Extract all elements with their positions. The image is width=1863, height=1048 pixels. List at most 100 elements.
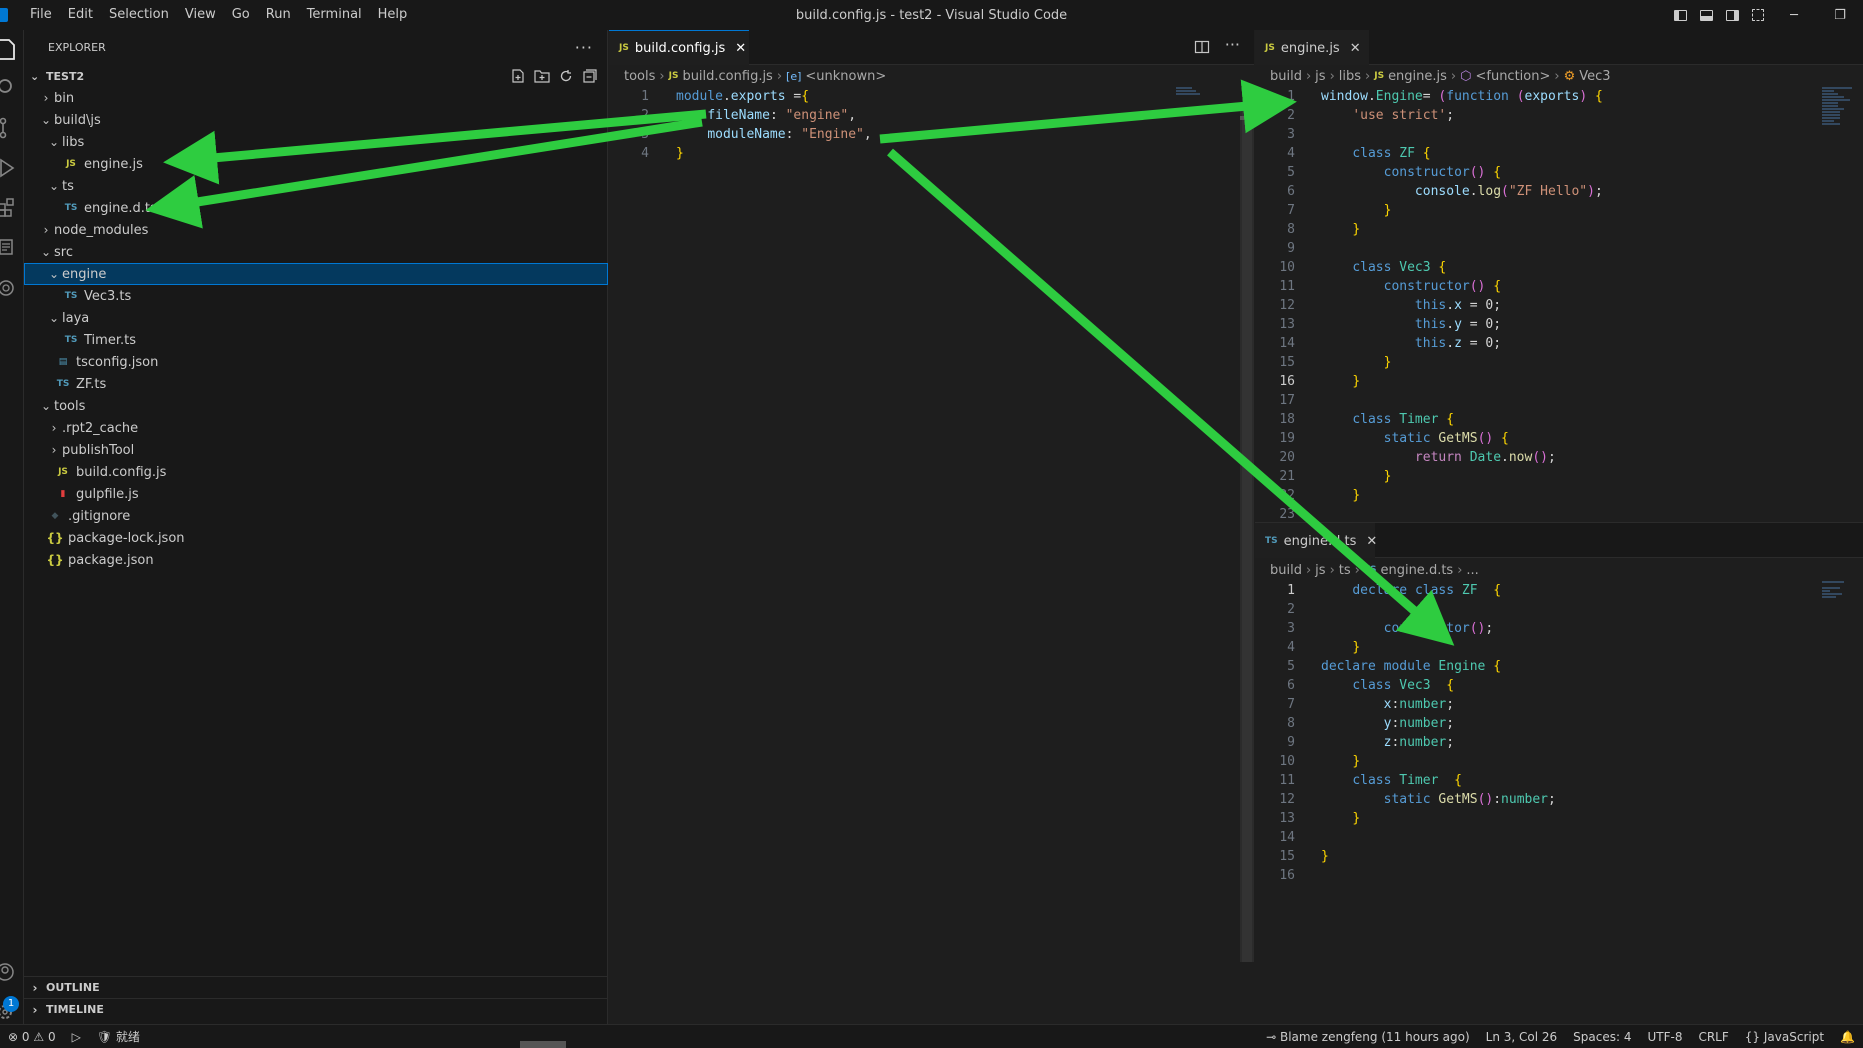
breadcrumb-item[interactable]: build — [1270, 563, 1302, 578]
menu-go[interactable]: Go — [224, 0, 258, 30]
code-line[interactable]: console.log("ZF Hello"); — [1321, 182, 1603, 201]
code-line[interactable]: moduleName: "Engine", — [676, 125, 871, 144]
toggle-panel-icon[interactable] — [1693, 0, 1719, 30]
tree-file[interactable]: JS engine.js — [24, 153, 608, 175]
tree-folder[interactable]: › bin — [24, 87, 608, 109]
menu-help[interactable]: Help — [370, 0, 416, 30]
tree-file[interactable]: {} package.json — [24, 549, 608, 571]
tree-file[interactable]: JS build.config.js — [24, 461, 608, 483]
breadcrumb-item[interactable]: <unknown> — [805, 69, 886, 84]
accounts-icon[interactable] — [0, 952, 24, 992]
code-line[interactable]: class Timer { — [1321, 771, 1462, 790]
refresh-icon[interactable] — [556, 68, 576, 84]
extensions-icon[interactable] — [0, 188, 24, 228]
tree-file[interactable]: TS engine.d.ts — [24, 197, 608, 219]
horizontal-scrollbar-thumb[interactable] — [520, 1041, 566, 1048]
breadcrumb-item[interactable]: libs — [1339, 69, 1361, 84]
code-line[interactable]: class Vec3 { — [1321, 258, 1446, 277]
close-icon[interactable]: ✕ — [1366, 534, 1377, 549]
code-line[interactable]: fileName: "engine", — [676, 106, 856, 125]
split-editor-icon[interactable] — [1194, 39, 1210, 59]
source-control-icon[interactable] — [0, 108, 24, 148]
encoding[interactable]: UTF-8 — [1639, 1030, 1690, 1044]
cursor-position[interactable]: Ln 3, Col 26 — [1478, 1030, 1566, 1044]
ready-status[interactable]: 🛡 就绪 — [89, 1028, 148, 1045]
tree-folder[interactable]: ⌄ src — [24, 241, 608, 263]
code-line[interactable]: } — [1321, 847, 1329, 866]
problems-indicator[interactable]: ⊗ 0 ⚠ 0 — [0, 1030, 64, 1044]
more-actions-icon[interactable]: ··· — [575, 38, 593, 57]
code-line[interactable]: declare module Engine { — [1321, 657, 1501, 676]
code-line[interactable]: class Vec3 { — [1321, 676, 1454, 695]
vertical-scrollbar[interactable] — [1240, 110, 1254, 962]
collapse-all-icon[interactable] — [580, 68, 600, 84]
language-mode[interactable]: {} JavaScript — [1737, 1030, 1832, 1044]
menu-run[interactable]: Run — [258, 0, 299, 30]
code-line[interactable]: } — [1321, 220, 1360, 239]
minimize-button[interactable]: ─ — [1771, 0, 1817, 30]
menu-file[interactable]: File — [22, 0, 60, 30]
menu-selection[interactable]: Selection — [101, 0, 177, 30]
tab-engine-d-ts[interactable]: TS engine.d.ts ✕ — [1255, 523, 1377, 558]
timeline-section[interactable]: › TIMELINE — [24, 998, 608, 1020]
indentation[interactable]: Spaces: 4 — [1565, 1030, 1639, 1044]
breadcrumb-item[interactable]: <function> — [1475, 69, 1550, 84]
customize-layout-icon[interactable] — [1745, 0, 1771, 30]
menu-terminal[interactable]: Terminal — [299, 0, 370, 30]
breadcrumb-item[interactable]: js — [1315, 69, 1325, 84]
code-line[interactable]: } — [1321, 752, 1360, 771]
remote-explorer-icon[interactable] — [0, 228, 24, 268]
code-line[interactable]: static GetMS():number; — [1321, 790, 1556, 809]
editor-more-actions-icon[interactable]: ··· — [1225, 35, 1240, 54]
code-line[interactable]: constructor() { — [1321, 277, 1501, 296]
tree-file[interactable]: ▤ tsconfig.json — [24, 351, 608, 373]
chatgpt-icon[interactable] — [0, 268, 24, 308]
tree-folder[interactable]: ⌄ build\js — [24, 109, 608, 131]
close-icon[interactable]: ✕ — [735, 41, 746, 56]
new-folder-icon[interactable] — [532, 68, 552, 84]
tree-folder[interactable]: › publishTool — [24, 439, 608, 461]
breadcrumb-item[interactable]: engine.d.ts — [1380, 563, 1453, 578]
tree-folder[interactable]: › .rpt2_cache — [24, 417, 608, 439]
tree-folder[interactable]: ⌄ engine — [24, 263, 608, 285]
code-line[interactable]: 'use strict'; — [1321, 106, 1454, 125]
tree-file[interactable]: ◆ .gitignore — [24, 505, 608, 527]
workspace-root[interactable]: ⌄ TEST2 — [24, 65, 608, 87]
code-editor-engine-d-ts[interactable]: 1 2 3 4 5 6 7 8 9 10 11 12 13 14 15 16 declare class ZF… — [1255, 581, 1863, 1021]
tab-build-config-js[interactable]: JS build.config.js ✕ — [609, 30, 749, 65]
breadcrumb-item[interactable]: Vec3 — [1579, 69, 1610, 84]
tree-file[interactable]: TS ZF.ts — [24, 373, 608, 395]
tree-file[interactable]: {} package-lock.json — [24, 527, 608, 549]
code-editor-build-config[interactable]: 1 2 3 4 module.exports ={ fileName: "engine"… — [609, 87, 1254, 1022]
code-line[interactable]: this.y = 0; — [1321, 315, 1501, 334]
toggle-secondary-sidebar-icon[interactable] — [1719, 0, 1745, 30]
tree-folder[interactable]: › node_modules — [24, 219, 608, 241]
tree-folder[interactable]: ⌄ laya — [24, 307, 608, 329]
tree-folder[interactable]: ⌄ ts — [24, 175, 608, 197]
breadcrumb-item[interactable]: ts — [1339, 563, 1351, 578]
code-line[interactable]: } — [1321, 467, 1392, 486]
code-line[interactable]: } — [1321, 372, 1360, 391]
restore-button[interactable]: ❐ — [1817, 0, 1863, 30]
end-of-line[interactable]: CRLF — [1690, 1030, 1736, 1044]
run-icon[interactable]: ▷ — [64, 1030, 89, 1044]
code-line[interactable]: } — [1321, 486, 1360, 505]
code-line[interactable]: } — [1321, 809, 1360, 828]
tree-file[interactable]: TS Timer.ts — [24, 329, 608, 351]
breadcrumb-item[interactable]: ... — [1466, 563, 1478, 578]
code-line[interactable]: y:number; — [1321, 714, 1454, 733]
toggle-primary-sidebar-icon[interactable] — [1667, 0, 1693, 30]
menu-edit[interactable]: Edit — [60, 0, 101, 30]
breadcrumb-item[interactable]: js — [1315, 563, 1325, 578]
breadcrumb-item[interactable]: build — [1270, 69, 1302, 84]
code-line[interactable]: x:number; — [1321, 695, 1454, 714]
code-line[interactable]: z:number; — [1321, 733, 1454, 752]
minimap[interactable] — [1822, 87, 1863, 126]
code-line[interactable]: window.Engine= (function (exports) { — [1321, 87, 1603, 106]
code-line[interactable]: } — [1321, 638, 1360, 657]
tree-file[interactable]: TS Vec3.ts — [24, 285, 608, 307]
code-editor-engine-js[interactable]: 1 2 3 4 5 6 7 8 9 10 11 12 13 14 15 16 17 18 19 20 21 22 23 win… — [1255, 87, 1863, 522]
notifications-icon[interactable]: 🔔 — [1832, 1030, 1863, 1044]
code-line[interactable]: module.exports ={ — [676, 87, 809, 106]
code-line[interactable]: class Timer { — [1321, 410, 1454, 429]
